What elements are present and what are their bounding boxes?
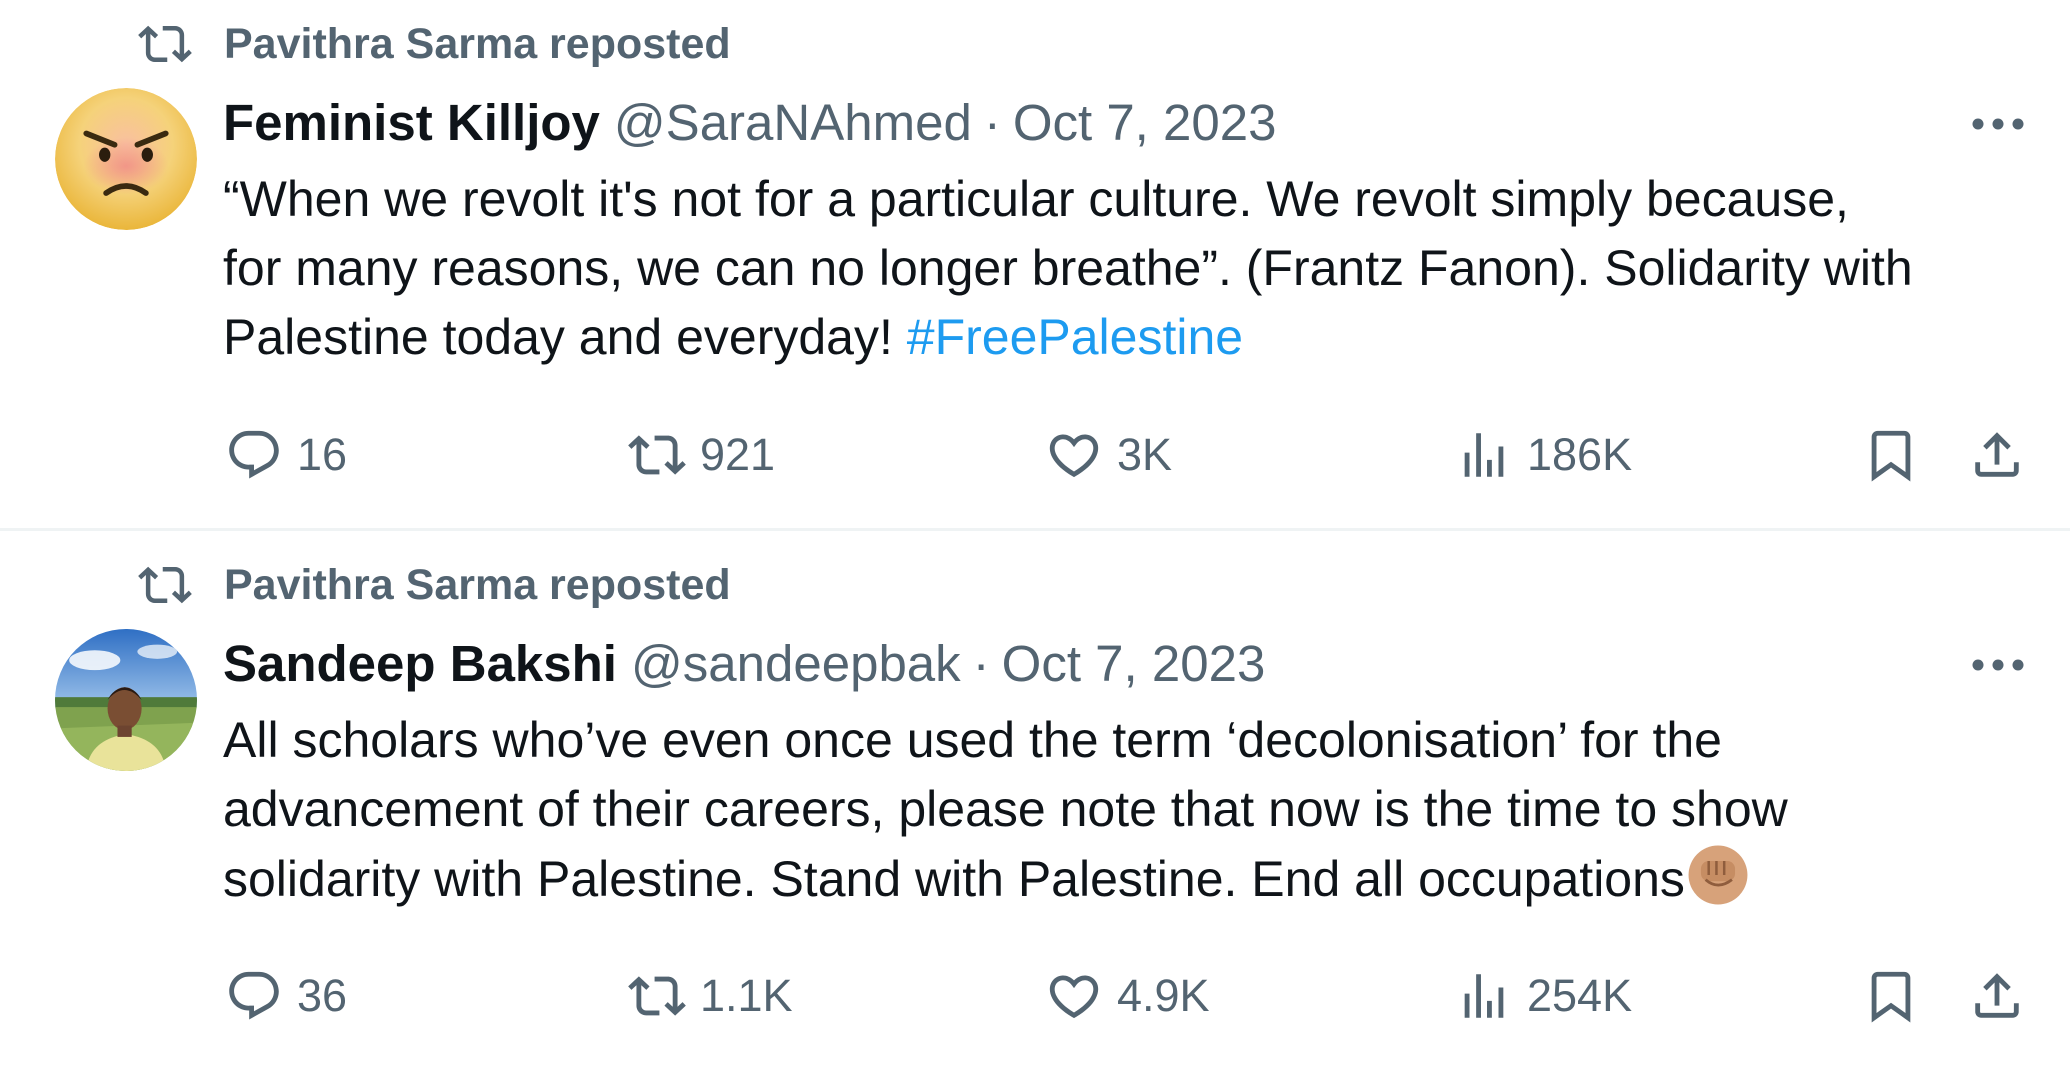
share-button[interactable] <box>1968 961 2026 1031</box>
analytics-icon <box>1455 426 1513 484</box>
tweet-date[interactable]: Oct 7, 2023 <box>1002 634 1266 693</box>
tweet-divider <box>0 528 2070 531</box>
tweet[interactable]: Pavithra Sarma reposted <box>0 541 2070 1069</box>
reply-count: 16 <box>297 429 348 480</box>
tweet-text: All scholars who’ve even once used the t… <box>223 706 2043 914</box>
tweet-text-line: All scholars who’ve even once used the t… <box>223 712 1722 768</box>
like-count: 3K <box>1117 429 1173 480</box>
separator-dot: · <box>972 634 990 692</box>
tweet-text: “When we revolt it's not for a particula… <box>223 165 2043 372</box>
repost-button[interactable]: 921 <box>628 420 775 490</box>
separator-dot: · <box>983 93 1001 151</box>
user-handle[interactable]: @sandeepbak <box>631 634 961 693</box>
repost-icon <box>628 426 686 484</box>
reply-button[interactable]: 36 <box>225 961 347 1031</box>
more-dots-icon <box>1972 118 2024 130</box>
profile-photo-avatar <box>55 629 197 771</box>
repost-label: Pavithra Sarma reposted <box>224 19 731 68</box>
like-count: 4.9K <box>1117 970 1210 1021</box>
repost-button[interactable]: 1.1K <box>628 961 793 1031</box>
tweet-text-line: for many reasons, we can no longer breat… <box>223 240 1913 296</box>
tweet-text-line: advancement of their careers, please not… <box>223 781 1788 837</box>
avatar[interactable] <box>55 88 197 230</box>
more-options-button[interactable] <box>1968 104 2028 144</box>
repost-icon <box>138 558 192 612</box>
reply-icon <box>225 426 283 484</box>
tweet-date[interactable]: Oct 7, 2023 <box>1013 93 1277 152</box>
display-name[interactable]: Feminist Killjoy <box>223 93 600 152</box>
more-options-button[interactable] <box>1968 645 2028 685</box>
tweet[interactable]: Pavithra Sarma reposted <box>0 0 2070 531</box>
views-button[interactable]: 254K <box>1455 961 1632 1031</box>
bookmark-icon <box>1862 426 1920 484</box>
display-name[interactable]: Sandeep Bakshi <box>223 634 617 693</box>
repost-label: Pavithra Sarma reposted <box>224 560 731 609</box>
raised-fist-emoji-icon <box>1687 844 1749 906</box>
tweet-header: Feminist Killjoy @SaraNAhmed · Oct 7, 20… <box>223 88 1276 156</box>
tweet-header: Sandeep Bakshi @sandeepbak · Oct 7, 2023 <box>223 629 1265 697</box>
share-icon <box>1968 426 2026 484</box>
hashtag-link[interactable]: #FreePalestine <box>907 309 1243 365</box>
tweet-text-line: solidarity with Palestine. Stand with Pa… <box>223 844 2043 914</box>
share-icon <box>1968 967 2026 1025</box>
like-button[interactable]: 4.9K <box>1045 961 1210 1031</box>
more-dots-icon <box>1972 659 2024 671</box>
analytics-icon <box>1455 967 1513 1025</box>
bookmark-button[interactable] <box>1862 420 1920 490</box>
repost-icon <box>138 17 192 71</box>
reply-button[interactable]: 16 <box>225 420 347 490</box>
reply-count: 36 <box>297 970 348 1021</box>
bookmark-button[interactable] <box>1862 961 1920 1031</box>
user-handle[interactable]: @SaraNAhmed <box>614 93 972 152</box>
bookmark-icon <box>1862 967 1920 1025</box>
angry-face-avatar <box>55 88 197 230</box>
reply-icon <box>225 967 283 1025</box>
tweet-text-line: Palestine today and everyday! #FreePales… <box>223 303 2043 372</box>
views-button[interactable]: 186K <box>1455 420 1632 490</box>
tweet-text-segment: solidarity with Palestine. Stand with Pa… <box>223 851 1685 907</box>
tweet-text-segment: Palestine today and everyday! <box>223 309 907 365</box>
view-count: 254K <box>1527 970 1633 1021</box>
repost-count: 921 <box>700 429 776 480</box>
repost-context[interactable]: Pavithra Sarma reposted <box>138 557 731 613</box>
view-count: 186K <box>1527 429 1633 480</box>
repost-icon <box>628 967 686 1025</box>
share-button[interactable] <box>1968 420 2026 490</box>
heart-icon <box>1045 426 1103 484</box>
heart-icon <box>1045 967 1103 1025</box>
like-button[interactable]: 3K <box>1045 420 1172 490</box>
repost-count: 1.1K <box>700 970 793 1021</box>
tweet-text-line: “When we revolt it's not for a particula… <box>223 171 1849 227</box>
repost-context[interactable]: Pavithra Sarma reposted <box>138 16 731 72</box>
avatar[interactable] <box>55 629 197 771</box>
timeline: Pavithra Sarma reposted Feminist Killjoy… <box>0 0 2070 1064</box>
